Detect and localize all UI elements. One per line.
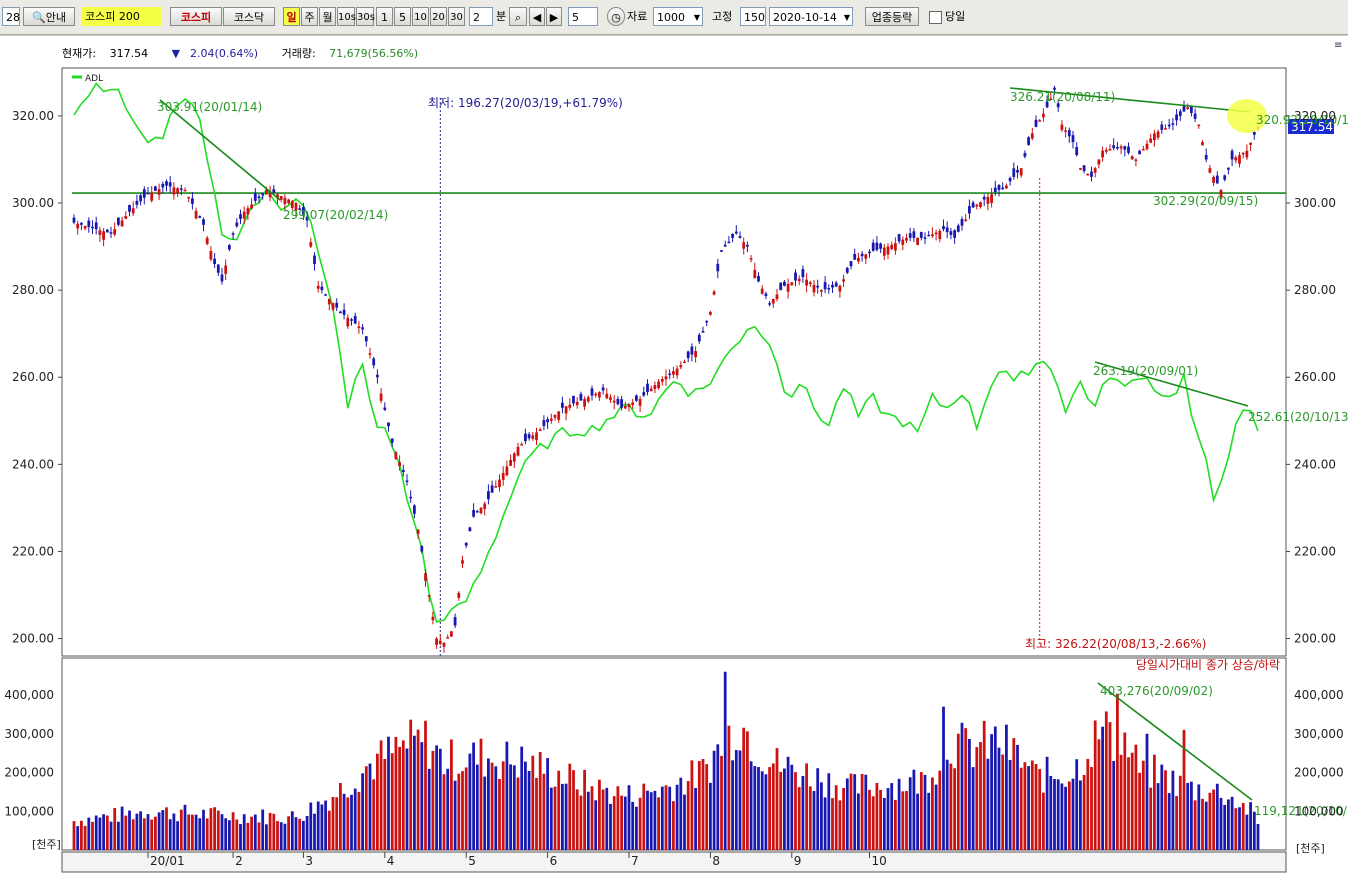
period-10s-button[interactable]: 10s [337, 7, 356, 26]
guide-label: 안내 [45, 11, 66, 24]
chevron-down-icon: ▼ [843, 13, 850, 22]
zoom-button[interactable]: ⌕ [509, 7, 527, 26]
period-week-button[interactable]: 주 [301, 7, 318, 26]
triangle-right-icon: ▶ [549, 11, 559, 24]
toolbar: 28 🔍안내 코스피 200 코스피 코스닥 일 주 월 10s 30s 1 5… [0, 0, 1348, 35]
date-value: 2020-10-14 [773, 11, 837, 24]
today-label: 당일 [945, 10, 966, 23]
prev-button[interactable]: ◀ [529, 7, 545, 26]
magnifier-icon: ⌕ [514, 11, 522, 24]
fixed-input[interactable]: 150 [740, 7, 766, 26]
guide-button[interactable]: 🔍안내 [23, 7, 75, 26]
volume-unit-left: [천주] [32, 838, 61, 851]
info-bar: 현재가: 317.54 ▼ 2.04(0.64%) 거래량: 71,679(56.… [62, 44, 438, 64]
volume-info: 거래량: 71,679(56.56%) [281, 47, 419, 60]
data-count-value: 1000 [657, 11, 685, 24]
data-count-select[interactable]: 1000 ▼ [653, 7, 703, 26]
min-1-button[interactable]: 1 [376, 7, 393, 26]
current-price: 현재가: 317.54 [62, 47, 149, 60]
triangle-down-icon: ▼ [171, 47, 181, 60]
clock-button[interactable]: ◷ [607, 7, 625, 26]
expand-icon[interactable]: ≡ [1334, 40, 1342, 51]
min-value-input[interactable]: 2 [469, 7, 493, 26]
search-icon: 🔍 [32, 11, 46, 24]
change-text: 2.04(0.64%) [190, 47, 259, 60]
data-label: 자료 [627, 10, 648, 23]
fixed-label: 고정 [712, 10, 733, 23]
min-10-button[interactable]: 10 [412, 7, 429, 26]
period-day-button[interactable]: 일 [283, 7, 300, 26]
min-20-button[interactable]: 20 [430, 7, 447, 26]
index-name: 코스피 200 [81, 7, 161, 26]
volume-unit-right: [천주] [1296, 842, 1325, 855]
next-button[interactable]: ▶ [546, 7, 562, 26]
min-30-button[interactable]: 30 [448, 7, 465, 26]
period-30s-button[interactable]: 30s [356, 7, 375, 26]
chevron-down-icon: ▼ [693, 13, 700, 22]
period-month-button[interactable]: 월 [319, 7, 336, 26]
change-value: ▼ 2.04(0.64%) [172, 47, 269, 60]
triangle-left-icon: ◀ [532, 11, 542, 24]
market-kospi-button[interactable]: 코스피 [170, 7, 222, 26]
market-kosdaq-button[interactable]: 코스닥 [223, 7, 275, 26]
code-input[interactable]: 28 [2, 7, 20, 26]
chart-area[interactable] [0, 36, 1348, 874]
step-input[interactable]: 5 [568, 7, 598, 26]
clock-icon: ◷ [611, 11, 621, 24]
today-checkbox[interactable] [929, 11, 942, 24]
sector-button[interactable]: 업종등락 [865, 7, 919, 26]
date-select[interactable]: 2020-10-14 ▼ [769, 7, 853, 26]
min-5-button[interactable]: 5 [394, 7, 411, 26]
min-label: 분 [496, 10, 507, 23]
